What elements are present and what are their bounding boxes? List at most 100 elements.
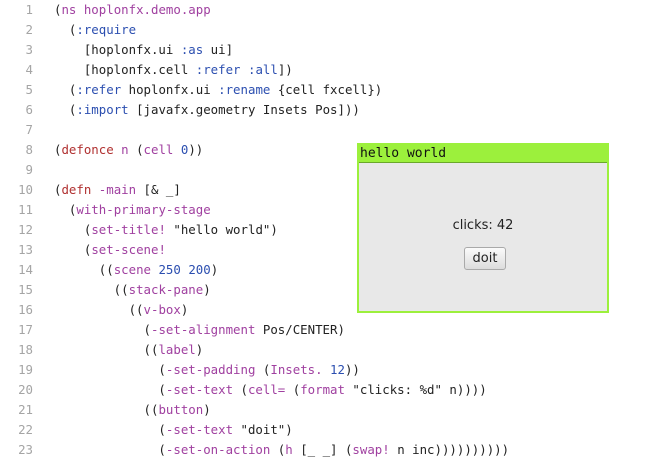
doit-button[interactable]: doit bbox=[464, 247, 506, 270]
code-token: stack-pane bbox=[128, 282, 204, 297]
code-line[interactable]: 5 (:refer hoplonfx.ui :rename {cell fxce… bbox=[0, 80, 649, 100]
code-token: n bbox=[113, 142, 137, 157]
code-token: [javafx.geometry Insets Pos])) bbox=[128, 102, 360, 117]
code-token: ( bbox=[255, 362, 271, 377]
code-token: swap! bbox=[352, 442, 390, 457]
line-number: 21 bbox=[18, 402, 33, 417]
code-token: ( bbox=[54, 362, 166, 377]
code-token: v-box bbox=[143, 302, 181, 317]
code-text[interactable]: (-set-alignment Pos/CENTER) bbox=[54, 320, 345, 340]
code-token: ( bbox=[54, 382, 166, 397]
line-number: 18 bbox=[18, 342, 33, 357]
code-token: "hello world") bbox=[165, 222, 278, 237]
code-token: [& _] bbox=[136, 182, 181, 197]
code-token: ui] bbox=[203, 42, 234, 57]
line-number: 5 bbox=[25, 82, 33, 97]
code-text[interactable]: [hoplonfx.cell :refer :all]) bbox=[54, 60, 293, 80]
code-line[interactable]: 7 bbox=[0, 120, 649, 140]
code-line[interactable]: 20 (-set-text (cell= (format "clicks: %d… bbox=[0, 380, 649, 400]
code-token: (( bbox=[54, 402, 159, 417]
code-text[interactable]: (:refer hoplonfx.ui :rename {cell fxcell… bbox=[54, 80, 382, 100]
code-text[interactable]: (-set-text (cell= (format "clicks: %d" n… bbox=[54, 380, 486, 400]
line-number: 12 bbox=[18, 222, 33, 237]
line-number: 17 bbox=[18, 322, 33, 337]
code-token: :all bbox=[247, 62, 278, 77]
code-text[interactable]: ((v-box) bbox=[54, 300, 189, 320]
code-token: ]) bbox=[277, 62, 293, 77]
code-text[interactable]: (defn -main [& _] bbox=[54, 180, 181, 200]
code-token: ( bbox=[54, 422, 166, 437]
line-number: 3 bbox=[25, 42, 33, 57]
code-text[interactable]: (:import [javafx.geometry Insets Pos])) bbox=[54, 100, 360, 120]
line-number: 14 bbox=[18, 262, 33, 277]
code-text[interactable]: ((label) bbox=[54, 340, 204, 360]
code-token: hoplonfx.demo.app bbox=[76, 2, 211, 17]
code-token: {cell fxcell}) bbox=[270, 82, 383, 97]
line-number: 15 bbox=[18, 282, 33, 297]
code-token: [_ _] ( bbox=[292, 442, 353, 457]
code-line[interactable]: 23 (-set-on-action (h [_ _] (swap! n inc… bbox=[0, 440, 649, 460]
code-text[interactable]: ((button) bbox=[54, 400, 211, 420]
code-token: :require bbox=[76, 22, 137, 37]
code-token: scene bbox=[113, 262, 151, 277]
code-token: ( bbox=[54, 202, 77, 217]
code-text[interactable]: [hoplonfx.ui :as ui] bbox=[54, 40, 233, 60]
code-token: hoplonfx.ui bbox=[121, 82, 219, 97]
javafx-app-window[interactable]: hello world clicks: 42 doit bbox=[357, 143, 609, 313]
code-token: ( bbox=[54, 322, 151, 337]
code-text[interactable]: (set-title! "hello world") bbox=[54, 220, 278, 240]
line-number: 9 bbox=[25, 162, 33, 177]
code-text[interactable]: (-set-text "doit") bbox=[54, 420, 292, 440]
code-text[interactable]: (-set-on-action (h [_ _] (swap! n inc)))… bbox=[54, 440, 509, 460]
code-token: [hoplonfx.ui bbox=[54, 42, 181, 57]
code-line[interactable]: 22 (-set-text "doit") bbox=[0, 420, 649, 440]
code-token: 250 bbox=[158, 262, 181, 277]
line-number: 8 bbox=[25, 142, 33, 157]
code-token: button bbox=[158, 402, 204, 417]
code-token: -set-on-action bbox=[165, 442, 271, 457]
code-text[interactable]: (set-scene! bbox=[54, 240, 166, 260]
code-token: ) bbox=[195, 342, 204, 357]
code-token: ( bbox=[270, 442, 286, 457]
code-token: ns bbox=[61, 2, 77, 17]
line-number: 20 bbox=[18, 382, 33, 397]
code-token: ( bbox=[54, 82, 77, 97]
code-token: label bbox=[158, 342, 196, 357]
code-line[interactable]: 6 (:import [javafx.geometry Insets Pos])… bbox=[0, 100, 649, 120]
code-token: :refer bbox=[76, 82, 122, 97]
window-title: hello world bbox=[359, 145, 607, 163]
code-line[interactable]: 3 [hoplonfx.ui :as ui] bbox=[0, 40, 649, 60]
code-token: cell= bbox=[247, 382, 286, 397]
code-line[interactable]: 19 (-set-padding (Insets. 12)) bbox=[0, 360, 649, 380]
line-number: 16 bbox=[18, 302, 33, 317]
code-text[interactable]: ((stack-pane) bbox=[54, 280, 211, 300]
line-number: 6 bbox=[25, 102, 33, 117]
line-number: 10 bbox=[18, 182, 33, 197]
code-token: ( bbox=[54, 102, 77, 117]
code-text[interactable]: (ns hoplonfx.demo.app bbox=[54, 0, 211, 20]
code-token: )) bbox=[344, 362, 360, 377]
code-text[interactable]: (-set-padding (Insets. 12)) bbox=[54, 360, 360, 380]
code-line[interactable]: 21 ((button) bbox=[0, 400, 649, 420]
line-number: 13 bbox=[18, 242, 33, 257]
code-line[interactable]: 2 (:require bbox=[0, 20, 649, 40]
code-token: 200 bbox=[188, 262, 211, 277]
code-line[interactable]: 1 (ns hoplonfx.demo.app bbox=[0, 0, 649, 20]
code-line[interactable]: 17 (-set-alignment Pos/CENTER) bbox=[0, 320, 649, 340]
line-number: 23 bbox=[18, 442, 33, 457]
code-text[interactable]: ((scene 250 200) bbox=[54, 260, 218, 280]
code-text[interactable]: (defonce n (cell 0)) bbox=[54, 140, 203, 160]
code-text[interactable]: (with-primary-stage bbox=[54, 200, 211, 220]
code-line[interactable]: 18 ((label) bbox=[0, 340, 649, 360]
code-token: ( bbox=[54, 22, 77, 37]
window-content: clicks: 42 doit bbox=[359, 163, 607, 311]
code-token: :import bbox=[76, 102, 129, 117]
code-text[interactable]: (:require bbox=[54, 20, 136, 40]
code-token: (( bbox=[54, 282, 129, 297]
code-token: :refer bbox=[195, 62, 241, 77]
code-token: ) bbox=[210, 262, 219, 277]
code-token: :rename bbox=[218, 82, 271, 97]
code-line[interactable]: 4 [hoplonfx.cell :refer :all]) bbox=[0, 60, 649, 80]
